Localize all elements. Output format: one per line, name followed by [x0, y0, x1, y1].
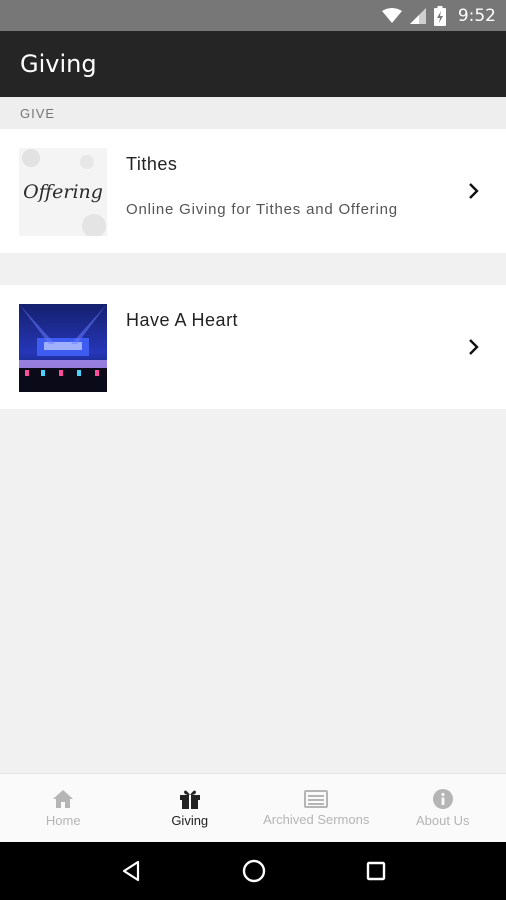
status-bar: 9:52	[0, 0, 506, 31]
chevron-right-icon	[469, 339, 479, 355]
item-subtitle: Online Giving for Tithes and Offering	[126, 201, 398, 218]
recents-icon[interactable]	[365, 860, 387, 882]
system-navigation-bar	[0, 842, 506, 900]
app-bar: Giving	[0, 31, 506, 97]
section-header: GIVE	[0, 97, 506, 129]
have-a-heart-thumbnail	[19, 304, 107, 392]
sermons-icon	[304, 789, 329, 808]
item-title: Have A Heart	[126, 310, 239, 330]
thumbnail-offering-text: Offering	[23, 181, 103, 203]
nav-archived-sermons-label: Archived Sermons	[263, 811, 370, 827]
back-icon[interactable]	[119, 859, 143, 883]
nav-about-us-label: About Us	[416, 812, 470, 828]
section-header-label: GIVE	[20, 105, 56, 121]
nav-home[interactable]: Home	[0, 774, 127, 842]
signal-icon	[409, 7, 426, 24]
battery-icon	[433, 5, 446, 26]
nav-about-us[interactable]: About Us	[380, 774, 506, 842]
home-icon	[53, 789, 74, 808]
item-title: Tithes	[126, 154, 178, 174]
bottom-navigation: Home Giving Archived Sermons About Us	[0, 773, 506, 842]
page-title: Giving	[20, 50, 97, 78]
gift-icon	[179, 790, 200, 809]
chevron-right-icon	[469, 183, 479, 199]
info-icon	[432, 788, 453, 809]
list-item-have-a-heart[interactable]: Have A Heart	[0, 285, 506, 409]
nav-giving[interactable]: Giving	[127, 774, 254, 842]
tithes-thumbnail: Offering	[19, 148, 107, 236]
clock: 9:52	[457, 5, 496, 26]
wifi-icon	[381, 7, 402, 23]
list-item-tithes[interactable]: Offering Tithes Online Giving for Tithes…	[0, 129, 506, 253]
nav-archived-sermons[interactable]: Archived Sermons	[253, 774, 380, 842]
nav-home-label: Home	[45, 812, 81, 828]
home-circle-icon[interactable]	[241, 858, 267, 884]
nav-giving-label: Giving	[171, 812, 209, 828]
